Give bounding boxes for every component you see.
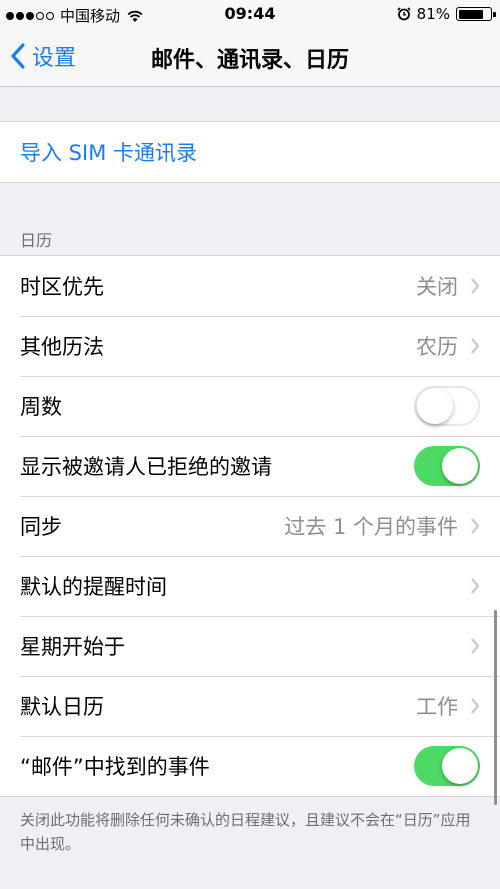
row-time-zone-override[interactable]: 时区优先 关闭 [0,256,500,316]
row-value: 关闭 [416,275,458,299]
navigation-bar: 设置 邮件、通讯录、日历 [0,28,500,87]
chevron-right-icon [471,698,480,714]
chevron-right-icon [471,578,480,594]
row-value: 过去 1 个月的事件 [284,515,458,539]
row-label: 默认日历 [20,695,104,719]
battery-fill [458,9,483,19]
row-label: 时区优先 [20,275,104,299]
row-show-invitee-declines: 显示被邀请人已拒绝的邀请 [0,436,500,496]
chevron-right-icon [471,518,480,534]
calendar-section-header: 日历 [20,231,53,250]
row-label: 其他历法 [20,335,104,359]
page-title: 邮件、通讯录、日历 [150,48,349,73]
footer-note: 关闭此功能将删除任何未确认的日程建议，且建议不会在“日历”应用中出现。 [20,811,471,853]
import-sim-label: 导入 SIM 卡通讯录 [20,141,197,165]
scrollbar[interactable] [494,610,497,805]
row-label: 默认的提醒时间 [20,575,167,599]
row-week-numbers: 周数 [0,376,500,436]
row-start-week-on[interactable]: 星期开始于 [0,616,500,676]
import-sim-contacts-button[interactable]: 导入 SIM 卡通讯录 [0,122,500,182]
row-label: 同步 [20,515,62,539]
status-right: 81% [397,5,496,23]
row-value: 农历 [416,335,458,359]
row-value: 工作 [416,695,458,719]
events-found-in-mail-toggle[interactable] [414,746,480,786]
contacts-group: 导入 SIM 卡通讯录 [0,121,500,183]
row-events-found-in-mail: “邮件”中找到的事件 [0,736,500,796]
alarm-icon [397,7,411,21]
row-default-calendar[interactable]: 默认日历 工作 [0,676,500,736]
chevron-right-icon [471,278,480,294]
battery-icon [456,7,496,21]
row-label: “邮件”中找到的事件 [20,755,210,779]
chevron-right-icon [471,338,480,354]
row-alternate-calendars[interactable]: 其他历法 农历 [0,316,500,376]
chevron-right-icon [471,638,480,654]
week-numbers-toggle[interactable] [414,386,480,426]
row-sync[interactable]: 同步 过去 1 个月的事件 [0,496,500,556]
row-default-alert-times[interactable]: 默认的提醒时间 [0,556,500,616]
battery-percent: 81% [416,5,450,23]
status-bar: 中国移动 09:44 81% [0,0,500,28]
row-label: 显示被邀请人已拒绝的邀请 [20,455,272,479]
show-invitee-declines-toggle[interactable] [414,446,480,486]
row-label: 周数 [20,395,62,419]
calendar-group: 时区优先 关闭 其他历法 农历 周数 显示被邀请人已拒绝的邀请 同步 过去 1 … [0,255,500,797]
row-label: 星期开始于 [20,635,125,659]
